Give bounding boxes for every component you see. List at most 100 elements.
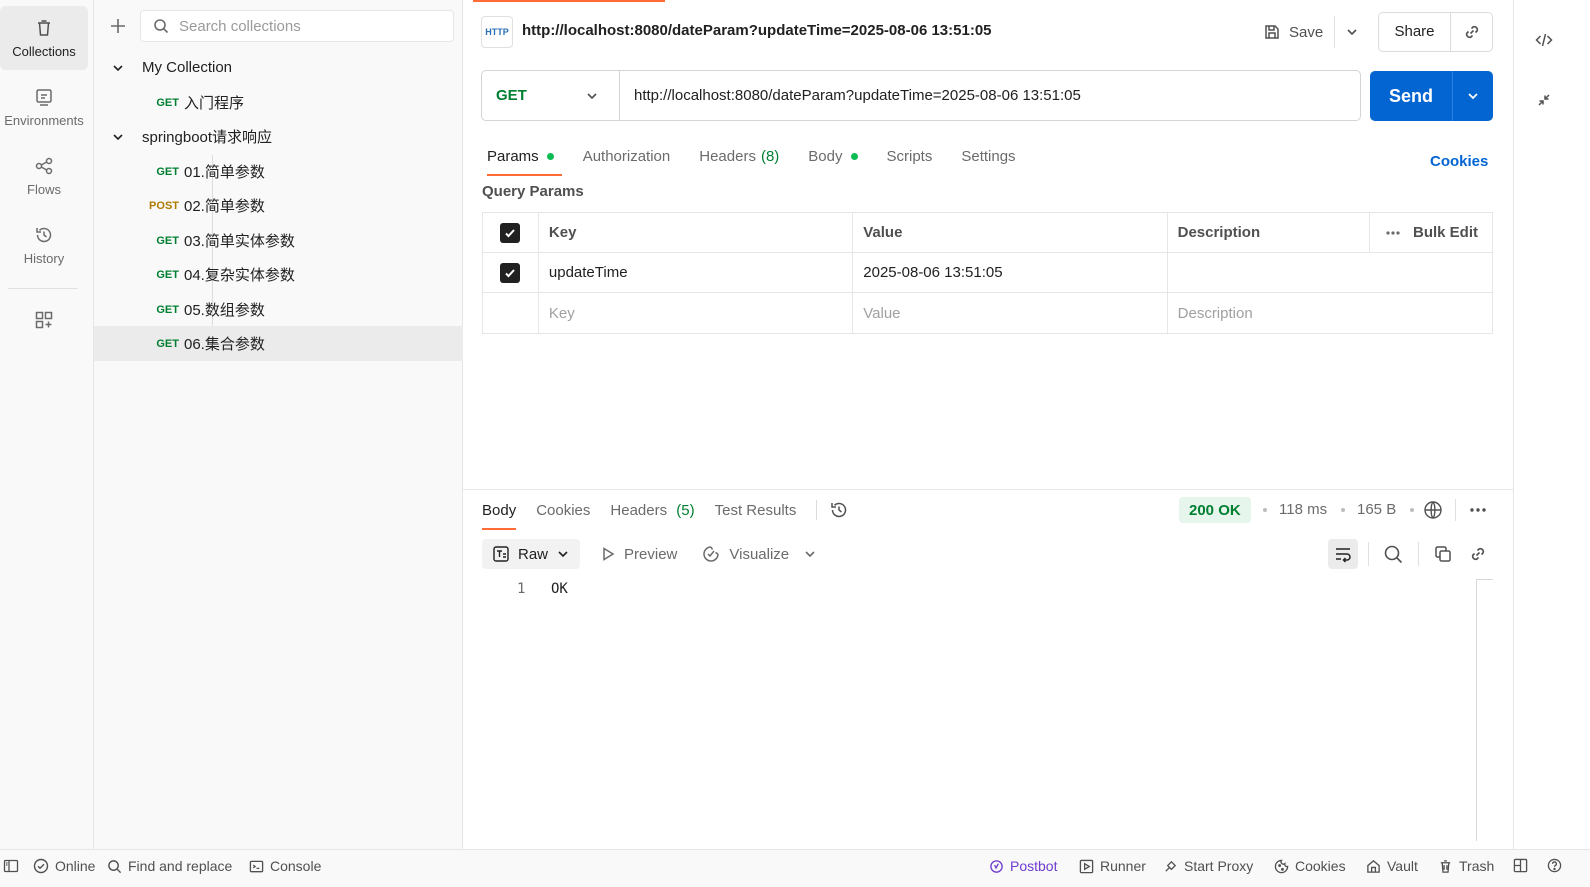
param-value[interactable]: 2025-08-06 13:51:05 <box>853 253 1168 292</box>
save-button[interactable]: Save <box>1263 18 1323 46</box>
tree-item-request[interactable]: GET 01.简单参数 <box>94 154 463 189</box>
response-tab-headers[interactable]: Headers (5) <box>610 502 694 519</box>
tab-body[interactable]: Body <box>808 143 858 169</box>
tab-params[interactable]: Params <box>487 143 562 176</box>
tree-item-label: 04.复杂实体参数 <box>184 267 295 284</box>
tree-item-label: 06.集合参数 <box>184 336 265 353</box>
table-row-empty: Key Value Description <box>483 293 1492 333</box>
tree-item-request-selected[interactable]: GET 06.集合参数 <box>94 326 463 361</box>
tab-settings[interactable]: Settings <box>961 143 1015 169</box>
tree-item-my-collection[interactable]: My Collection <box>94 50 463 85</box>
new-collection-button[interactable] <box>106 12 130 40</box>
environment-icon <box>36 88 52 106</box>
help-button[interactable] <box>1547 858 1562 873</box>
description-placeholder[interactable]: Description <box>1168 293 1492 333</box>
select-all-cell[interactable] <box>483 213 539 252</box>
tree-item-request[interactable]: GET 04.复杂实体参数 <box>94 257 463 292</box>
plus-icon <box>111 19 125 33</box>
tab-scripts[interactable]: Scripts <box>887 143 933 169</box>
postbot-button[interactable]: Postbot <box>989 858 1057 874</box>
http-badge-text: HTTP <box>485 27 509 37</box>
response-time[interactable]: 118 ms <box>1279 501 1327 518</box>
save-options-button[interactable] <box>1340 20 1364 44</box>
vault-button[interactable]: Vault <box>1366 858 1418 874</box>
layout-toggle-button[interactable] <box>1513 858 1528 873</box>
key-placeholder[interactable]: Key <box>539 293 854 333</box>
tree-item-request[interactable]: GET 03.简单实体参数 <box>94 223 463 258</box>
chevron-down-icon[interactable] <box>803 547 817 561</box>
status-badge[interactable]: 200 OK <box>1179 497 1251 523</box>
tree-item-request[interactable]: GET 入门程序 <box>94 85 463 120</box>
console-button[interactable]: Console <box>249 858 321 874</box>
right-rail <box>1513 0 1590 861</box>
response-tab-body[interactable]: Body <box>482 502 517 530</box>
url-input[interactable] <box>620 87 1360 104</box>
request-title[interactable]: http://localhost:8080/dateParam?updateTi… <box>522 22 992 39</box>
history-icon[interactable] <box>829 500 849 520</box>
search-collections-box[interactable] <box>140 10 454 42</box>
bulk-edit-button[interactable]: Bulk Edit <box>1385 224 1478 241</box>
code-snippet-button[interactable] <box>1530 26 1558 54</box>
search-input[interactable] <box>179 17 439 35</box>
tab-label: Params <box>487 147 539 165</box>
copy-link-button[interactable] <box>1451 23 1492 41</box>
tab-label: Authorization <box>582 147 671 165</box>
network-info-button[interactable] <box>1420 497 1446 523</box>
response-body-text[interactable]: OK <box>551 581 568 597</box>
find-replace-button[interactable]: Find and replace <box>107 858 232 874</box>
tree-item-request[interactable]: GET 05.数组参数 <box>94 292 463 327</box>
tree-item-request[interactable]: POST 02.简单参数 <box>94 188 463 223</box>
row-checkbox[interactable] <box>500 262 521 283</box>
response-tab-cookies[interactable]: Cookies <box>536 502 590 519</box>
value-placeholder[interactable]: Value <box>853 293 1168 333</box>
trash-button[interactable]: Trash <box>1438 858 1494 874</box>
rail-item-flows[interactable]: Flows <box>0 144 88 208</box>
tab-authorization[interactable]: Authorization <box>583 143 671 169</box>
param-key[interactable]: updateTime <box>539 253 854 292</box>
method-select[interactable]: GET <box>482 71 620 120</box>
history-icon <box>36 227 52 242</box>
wrap-lines-icon <box>1336 548 1351 563</box>
copy-icon <box>1435 546 1451 562</box>
check-circle-icon <box>33 858 49 874</box>
tab-headers[interactable]: Headers (8) <box>699 143 779 169</box>
status-bar: Online Find and replace Console Postbot … <box>0 849 1590 887</box>
chevron-down-icon <box>1347 29 1357 36</box>
tree-item-springboot-folder[interactable]: springboot请求响应 <box>94 119 463 154</box>
send-button[interactable]: Send <box>1370 71 1452 121</box>
rail-label: Collections <box>12 43 76 59</box>
preview-button[interactable]: Preview <box>600 546 677 563</box>
collapse-panel-button[interactable] <box>1530 86 1558 114</box>
runner-button[interactable]: Runner <box>1079 858 1146 874</box>
response-divider[interactable] <box>463 489 1513 490</box>
copy-response-button[interactable] <box>1430 541 1456 567</box>
row-checkbox-cell[interactable] <box>483 253 539 292</box>
response-more-button[interactable] <box>1465 497 1491 523</box>
online-status[interactable]: Online <box>33 858 95 874</box>
toggle-sidebar-button[interactable] <box>3 858 19 874</box>
tab-label: Body <box>808 147 843 165</box>
search-response-button[interactable] <box>1380 541 1406 567</box>
start-proxy-button[interactable]: Start Proxy <box>1163 858 1253 874</box>
rail-item-collections[interactable]: Collections <box>0 6 88 70</box>
wrap-lines-button[interactable] <box>1328 539 1358 569</box>
column-description: Description <box>1168 213 1371 252</box>
response-tab-test-results[interactable]: Test Results <box>715 502 797 519</box>
select-all-checkbox[interactable] <box>500 222 521 243</box>
rail-item-history[interactable]: History <box>0 213 88 277</box>
share-button[interactable]: Share <box>1379 13 1451 51</box>
response-scrollbar[interactable] <box>1476 579 1493 841</box>
visualize-button[interactable]: Visualize <box>701 544 789 564</box>
footer-cookies-button[interactable]: Cookies <box>1274 858 1346 874</box>
cookies-link[interactable]: Cookies <box>1430 153 1488 170</box>
format-select[interactable]: Raw <box>482 539 581 569</box>
param-description[interactable] <box>1168 253 1492 292</box>
rail-item-environments[interactable]: Environments <box>0 75 88 139</box>
tab-label: Settings <box>961 147 1016 165</box>
copy-response-link-button[interactable] <box>1465 541 1491 567</box>
flows-icon <box>35 157 53 174</box>
more-horizontal-icon[interactable] <box>1385 230 1401 236</box>
response-size[interactable]: 165 B <box>1357 501 1396 518</box>
rail-item-configure[interactable] <box>0 288 88 352</box>
send-options-button[interactable] <box>1452 71 1493 121</box>
